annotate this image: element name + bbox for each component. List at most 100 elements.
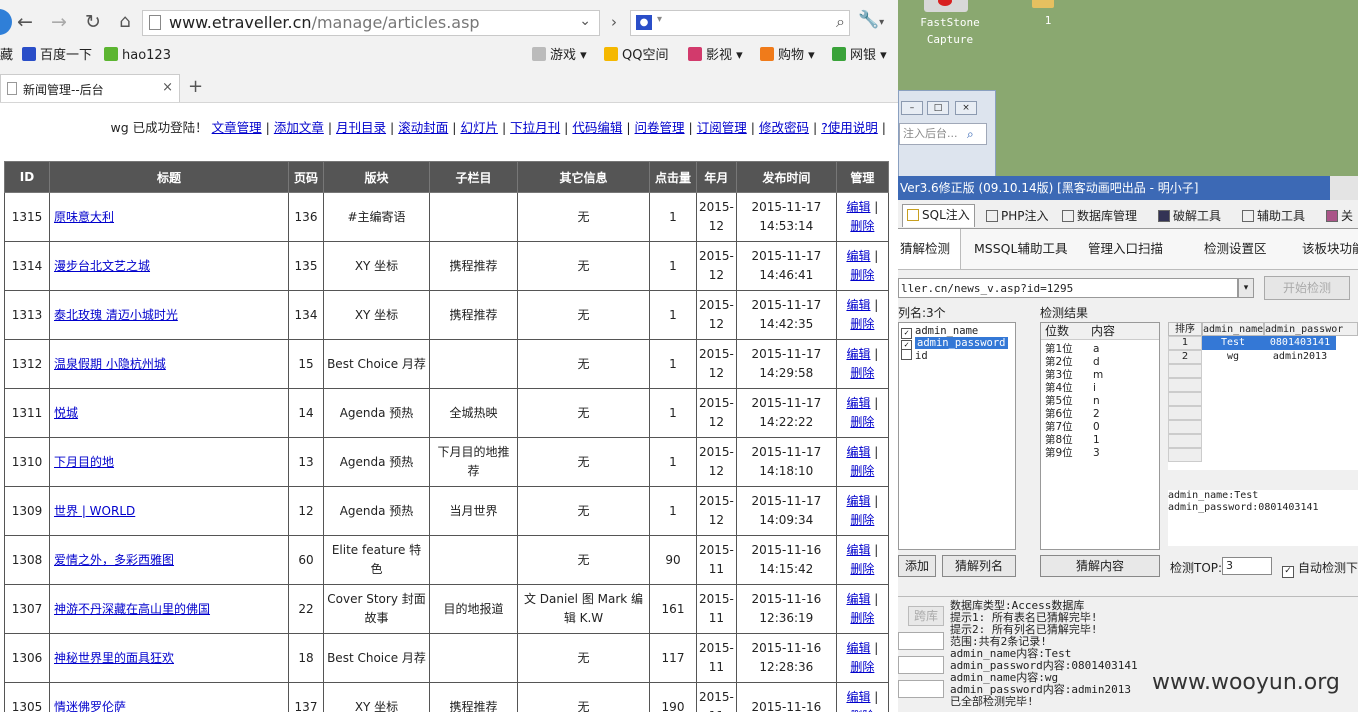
nav-link-help[interactable]: ?使用说明: [821, 120, 878, 135]
digit-row[interactable]: 第8位 1: [1045, 434, 1100, 447]
baidu-icon[interactable]: ●: [636, 15, 652, 30]
tab-about[interactable]: 关: [1322, 206, 1357, 226]
new-tab-button[interactable]: +: [188, 76, 203, 97]
edit-link[interactable]: 编辑: [846, 249, 870, 263]
digit-row[interactable]: 第4位 i: [1045, 382, 1096, 395]
start-detect-button[interactable]: 开始检测: [1264, 276, 1350, 300]
tools-wrench-icon[interactable]: 🔧▾: [858, 10, 884, 30]
auto-detect-checkbox[interactable]: ✓ 自动检测下: [1282, 559, 1358, 578]
delete-link[interactable]: 删除: [850, 513, 874, 527]
bookmark-baidu[interactable]: 百度一下: [22, 47, 92, 65]
tab-php-injection[interactable]: PHP注入: [982, 206, 1053, 226]
option-input[interactable]: [898, 680, 944, 698]
nav-link-monthly-index[interactable]: 月刊目录: [336, 120, 386, 135]
bookmark-games[interactable]: 游戏 ▾: [532, 47, 587, 65]
grid-cell-name[interactable]: wg: [1202, 350, 1264, 364]
background-window[interactable]: – □ × 注入后台... ⌕: [898, 90, 996, 180]
guess-content-button[interactable]: 猜解内容: [1040, 555, 1160, 577]
desktop-icon-faststone-label[interactable]: FastStone Capture: [910, 14, 990, 48]
article-title-link[interactable]: 漫步台北文艺之城: [54, 259, 150, 273]
bookmark-shopping[interactable]: 购物 ▾: [760, 47, 815, 65]
article-title-link[interactable]: 下月目的地: [54, 455, 114, 469]
back-icon[interactable]: ←: [12, 9, 38, 35]
grid-cell-password[interactable]: 0801403141: [1264, 336, 1336, 350]
tab-news-admin[interactable]: 新闻管理--后台 ×: [0, 74, 180, 102]
digit-row[interactable]: 第9位 3: [1045, 447, 1100, 460]
article-title-link[interactable]: 泰北玫瑰 清迈小城时光: [54, 308, 178, 322]
top-input[interactable]: 3: [1222, 557, 1272, 575]
tab-database-manage[interactable]: 数据库管理: [1058, 206, 1141, 226]
article-title-link[interactable]: 情迷佛罗伦萨: [54, 700, 126, 712]
folder-icon[interactable]: [1032, 0, 1054, 8]
article-title-link[interactable]: 神游不丹深藏在高山里的佛国: [54, 602, 210, 616]
forward-icon[interactable]: →: [46, 9, 72, 35]
chevron-down-icon[interactable]: ⌄: [579, 13, 591, 29]
delete-link[interactable]: 删除: [850, 317, 874, 331]
subtab-guess-detect[interactable]: 猜解检测: [898, 229, 961, 269]
delete-link[interactable]: 删除: [850, 219, 874, 233]
guess-columns-button[interactable]: 猜解列名: [942, 555, 1016, 577]
checkbox[interactable]: [901, 349, 912, 360]
nav-link-slides[interactable]: 幻灯片: [460, 120, 498, 135]
subtab-detect-settings[interactable]: 检测设置区: [1204, 229, 1267, 269]
edit-link[interactable]: 编辑: [846, 543, 870, 557]
background-window-input[interactable]: 注入后台...: [899, 123, 987, 145]
grid-cell-name[interactable]: Test: [1202, 336, 1264, 350]
cross-db-button[interactable]: 跨库: [908, 606, 944, 626]
search-icon[interactable]: ⌕: [836, 12, 845, 32]
delete-link[interactable]: 删除: [850, 366, 874, 380]
reload-icon[interactable]: ↻: [80, 9, 106, 35]
grid-row-header[interactable]: 2: [1168, 350, 1202, 364]
close-icon[interactable]: ×: [955, 101, 977, 115]
nav-link-change-password[interactable]: 修改密码: [759, 120, 809, 135]
article-title-link[interactable]: 原味意大利: [54, 210, 114, 224]
article-title-link[interactable]: 神秘世界里的面具狂欢: [54, 651, 174, 665]
target-url-input[interactable]: ller.cn/news_v.asp?id=1295: [898, 278, 1238, 298]
nav-link-articles[interactable]: 文章管理: [212, 120, 262, 135]
grid-cell-password[interactable]: admin2013: [1264, 350, 1336, 364]
delete-link[interactable]: 删除: [850, 660, 874, 674]
close-icon[interactable]: ×: [162, 80, 173, 95]
digit-row[interactable]: 第3位 m: [1045, 369, 1103, 382]
digit-row[interactable]: 第7位 0: [1045, 421, 1100, 434]
edit-link[interactable]: 编辑: [846, 396, 870, 410]
article-title-link[interactable]: 悦城: [54, 406, 78, 420]
bookmark-qzone[interactable]: QQ空间: [604, 47, 668, 65]
tab-helper-tools[interactable]: 辅助工具: [1238, 206, 1309, 226]
chevron-down-icon[interactable]: ▾: [1238, 278, 1254, 298]
nav-link-subscriptions[interactable]: 订阅管理: [697, 120, 747, 135]
address-bar[interactable]: www.etraveller.cn/manage/articles.asp ⌄: [142, 10, 600, 36]
option-input[interactable]: [898, 656, 944, 674]
delete-link[interactable]: 删除: [850, 611, 874, 625]
browser-logo-icon[interactable]: [0, 9, 12, 35]
bookmarks-prefix[interactable]: 藏: [0, 47, 13, 65]
subtab-mssql-tools[interactable]: MSSQL辅助工具: [974, 229, 1067, 269]
digit-row[interactable]: 第2位 d: [1045, 356, 1100, 369]
nav-link-scroll-cover[interactable]: 滚动封面: [398, 120, 448, 135]
column-item[interactable]: ✓ admin_name: [901, 325, 978, 339]
nav-link-add-article[interactable]: 添加文章: [274, 120, 324, 135]
delete-link[interactable]: 删除: [850, 268, 874, 282]
article-title-link[interactable]: 温泉假期 小隐杭州城: [54, 357, 166, 371]
bookmark-video[interactable]: 影视 ▾: [688, 47, 743, 65]
edit-link[interactable]: 编辑: [846, 641, 870, 655]
delete-link[interactable]: 删除: [850, 415, 874, 429]
search-box[interactable]: ● ▾ ⌕: [630, 10, 850, 36]
address-url[interactable]: www.etraveller.cn/manage/articles.asp: [169, 11, 480, 35]
search-engine-dropdown-icon[interactable]: ▾: [657, 14, 662, 25]
article-title-link[interactable]: 爱情之外，多彩西雅图: [54, 553, 174, 567]
delete-link[interactable]: 删除: [850, 562, 874, 576]
digit-row[interactable]: 第1位 a: [1045, 343, 1099, 356]
minimize-icon[interactable]: –: [901, 101, 923, 115]
digit-row[interactable]: 第5位 n: [1045, 395, 1100, 408]
bookmark-bank[interactable]: 网银 ▾: [832, 47, 887, 65]
add-button[interactable]: 添加: [898, 555, 936, 577]
edit-link[interactable]: 编辑: [846, 592, 870, 606]
faststone-icon[interactable]: [924, 0, 968, 12]
edit-link[interactable]: 编辑: [846, 690, 870, 704]
nav-link-code-edit[interactable]: 代码编辑: [572, 120, 622, 135]
column-item[interactable]: id: [901, 349, 928, 362]
grid-row-header[interactable]: 1: [1168, 336, 1202, 350]
article-title-link[interactable]: 世界 | WORLD: [54, 504, 135, 518]
tab-crack-tools[interactable]: 破解工具: [1154, 206, 1225, 226]
